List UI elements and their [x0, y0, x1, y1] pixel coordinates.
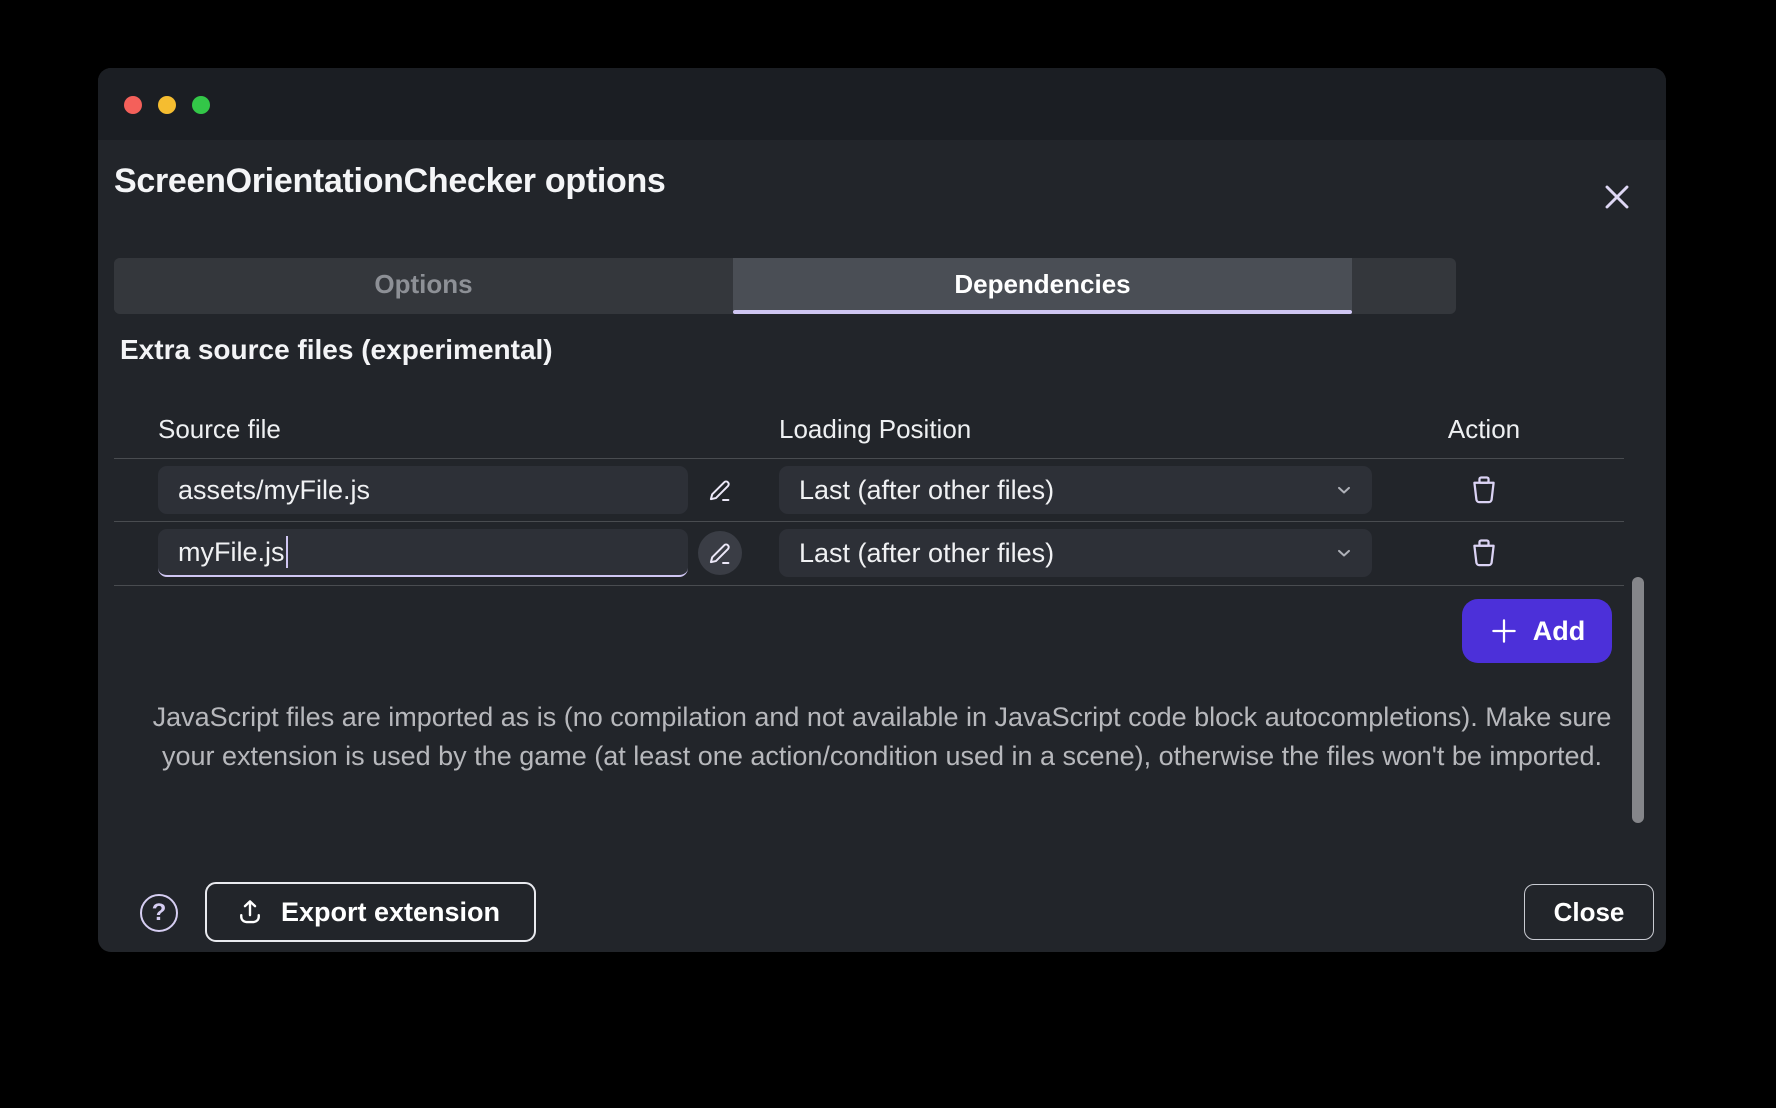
plus-icon	[1489, 616, 1519, 646]
chevron-down-icon	[1334, 543, 1354, 563]
active-tab-indicator	[733, 310, 1352, 314]
pencil-icon	[706, 539, 734, 567]
window-titlebar	[98, 68, 1666, 140]
table-bottom-divider	[114, 585, 1624, 586]
close-button-label: Close	[1554, 897, 1625, 928]
column-header-action: Action	[1434, 414, 1534, 445]
x-icon	[1601, 181, 1633, 213]
zoom-traffic-light[interactable]	[192, 96, 210, 114]
tab-bar: Options Dependencies	[114, 258, 1456, 314]
tab-dependencies[interactable]: Dependencies	[733, 258, 1352, 310]
add-button-label: Add	[1533, 616, 1585, 647]
table-row-divider	[114, 521, 1624, 522]
loading-position-select[interactable]: Last (after other files)	[779, 466, 1372, 514]
delete-row-button[interactable]	[1454, 466, 1514, 514]
source-file-input[interactable]: assets/myFile.js	[158, 466, 688, 514]
column-header-loading-position: Loading Position	[779, 414, 971, 445]
section-heading: Extra source files (experimental)	[120, 334, 553, 366]
extension-options-dialog: ScreenOrientationChecker options Options…	[98, 68, 1666, 952]
trash-icon	[1468, 474, 1500, 506]
source-file-input[interactable]: myFile.js	[158, 529, 688, 577]
edit-source-file-button[interactable]	[698, 531, 742, 575]
traffic-lights	[124, 96, 210, 114]
question-mark-icon: ?	[152, 899, 167, 927]
close-dialog-button[interactable]	[1598, 178, 1636, 216]
edit-source-file-button[interactable]	[698, 468, 742, 512]
tab-options[interactable]: Options	[114, 258, 733, 310]
help-button[interactable]: ?	[140, 894, 178, 932]
source-file-value: assets/myFile.js	[178, 475, 370, 506]
pencil-icon	[706, 476, 734, 504]
chevron-down-icon	[1334, 480, 1354, 500]
close-button[interactable]: Close	[1524, 884, 1654, 940]
tab-options-label: Options	[374, 269, 472, 300]
text-caret	[286, 536, 289, 568]
minimize-traffic-light[interactable]	[158, 96, 176, 114]
add-source-file-button[interactable]: Add	[1462, 599, 1612, 663]
vertical-scrollbar-thumb[interactable]	[1632, 577, 1644, 823]
export-extension-label: Export extension	[281, 897, 500, 928]
column-header-source-file: Source file	[158, 414, 281, 445]
trash-icon	[1468, 537, 1500, 569]
source-file-value: myFile.js	[178, 537, 285, 568]
loading-position-value: Last (after other files)	[799, 475, 1334, 506]
loading-position-select[interactable]: Last (after other files)	[779, 529, 1372, 577]
description-text: JavaScript files are imported as is (no …	[137, 698, 1627, 776]
tab-dependencies-label: Dependencies	[954, 269, 1130, 300]
delete-row-button[interactable]	[1454, 529, 1514, 577]
table-header-divider	[114, 458, 1624, 459]
upload-icon	[235, 897, 265, 927]
page-title: ScreenOrientationChecker options	[114, 156, 666, 206]
close-traffic-light[interactable]	[124, 96, 142, 114]
export-extension-button[interactable]: Export extension	[205, 882, 536, 942]
loading-position-value: Last (after other files)	[799, 538, 1334, 569]
